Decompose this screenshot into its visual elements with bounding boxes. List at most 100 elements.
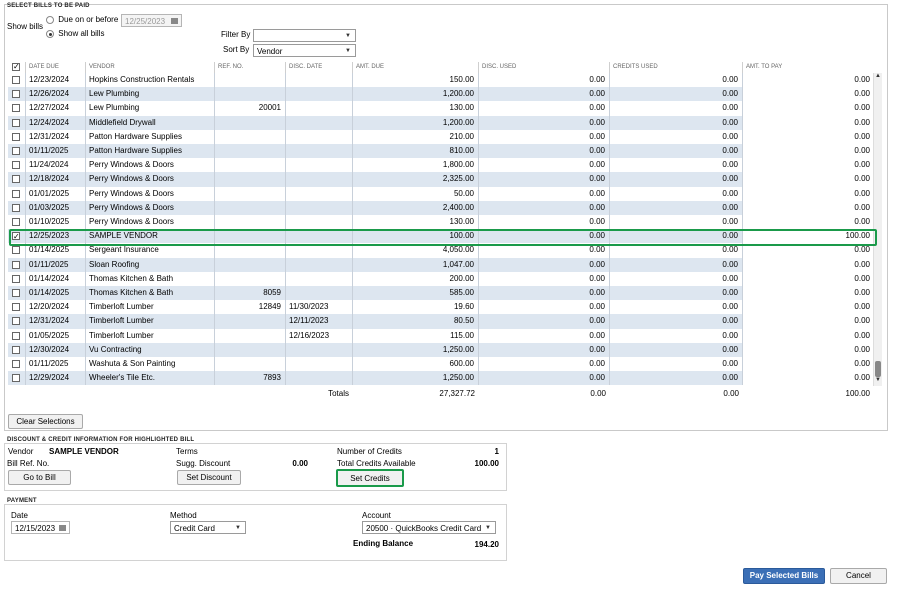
set-credits-button[interactable]: Set Credits (336, 469, 404, 487)
cell-select[interactable] (8, 186, 26, 201)
cell-select[interactable] (8, 271, 26, 286)
row-checkbox[interactable] (12, 90, 20, 99)
cell-select[interactable] (8, 300, 26, 315)
cell-select[interactable] (8, 73, 26, 88)
table-row[interactable]: 12/27/2024 Lew Plumbing 20001 130.00 0.00 0.0… (8, 101, 874, 116)
cell-select[interactable] (8, 314, 26, 329)
cell-select[interactable] (8, 328, 26, 343)
cell-amt-to-pay[interactable]: 0.00 (743, 158, 874, 173)
row-checkbox[interactable] (12, 274, 20, 283)
column-header-date-due[interactable]: DATE DUE (26, 62, 86, 73)
table-row[interactable]: 12/30/2024 Vu Contracting 1,250.00 0.00 0.00… (8, 342, 874, 357)
cell-select[interactable] (8, 129, 26, 144)
table-row[interactable]: 12/18/2024 Perry Windows & Doors 2,325.00 0… (8, 172, 874, 187)
cell-amt-to-pay[interactable]: 0.00 (743, 172, 874, 187)
row-checkbox[interactable] (12, 260, 20, 269)
cell-select[interactable] (8, 158, 26, 173)
cancel-button[interactable]: Cancel (830, 568, 887, 584)
radio-show-all-bills[interactable]: Show all bills (46, 29, 104, 38)
table-row[interactable]: 12/26/2024 Lew Plumbing 1,200.00 0.00 0.00 0.… (8, 87, 874, 102)
table-row[interactable]: 12/31/2024 Timberloft Lumber 12/11/2023 80.… (8, 314, 874, 329)
table-row[interactable]: 12/24/2024 Middlefield Drywall 1,200.00 0.0… (8, 115, 874, 130)
scroll-down-icon[interactable]: ▼ (875, 377, 881, 383)
cell-select[interactable] (8, 115, 26, 130)
cell-select[interactable] (8, 357, 26, 372)
table-row[interactable]: 01/11/2025 Sloan Roofing 1,047.00 0.00 0.00 0… (8, 257, 874, 272)
row-checkbox[interactable] (12, 161, 20, 170)
row-checkbox[interactable] (12, 218, 20, 226)
cell-amt-to-pay[interactable]: 0.00 (743, 115, 874, 130)
cell-select[interactable] (8, 342, 26, 357)
cell-amt-to-pay[interactable]: 0.00 (743, 371, 874, 386)
cell-amt-to-pay[interactable]: 0.00 (743, 101, 874, 116)
row-checkbox[interactable] (12, 331, 20, 340)
column-header-disc-date[interactable]: DISC. DATE (286, 62, 353, 73)
cell-amt-to-pay[interactable]: 0.00 (743, 257, 874, 272)
column-header-ref-no[interactable]: REF. NO. (215, 62, 286, 73)
calendar-icon[interactable] (171, 18, 178, 24)
cell-amt-to-pay[interactable]: 0.00 (743, 300, 874, 315)
cell-select[interactable] (8, 371, 26, 386)
scroll-up-icon[interactable]: ▲ (875, 73, 881, 79)
header-select-all[interactable] (8, 62, 26, 73)
cell-amt-to-pay[interactable]: 0.00 (743, 314, 874, 329)
cell-amt-to-pay[interactable]: 0.00 (743, 342, 874, 357)
table-row[interactable]: 12/29/2024 Wheeler's Tile Etc. 7893 1,250.0… (8, 371, 874, 386)
account-select[interactable]: 20500 · QuickBooks Credit Card ▼ (362, 521, 496, 534)
cell-amt-to-pay[interactable]: 0.00 (743, 357, 874, 372)
cell-amt-to-pay[interactable]: 0.00 (743, 328, 874, 343)
sort-by-select[interactable]: Vendor ▼ (253, 44, 356, 57)
row-checkbox[interactable] (12, 132, 20, 141)
due-date-field[interactable]: 12/25/2023 (121, 14, 182, 27)
cell-amt-to-pay[interactable]: 0.00 (743, 271, 874, 286)
cell-amt-to-pay[interactable]: 0.00 (743, 200, 874, 215)
table-row[interactable]: 01/11/2025 Washuta & Son Painting 600.00 0.… (8, 357, 874, 372)
pay-selected-bills-button[interactable]: Pay Selected Bills (743, 568, 825, 584)
cell-amt-to-pay[interactable]: 0.00 (743, 186, 874, 201)
row-checkbox[interactable] (12, 76, 20, 84)
row-checkbox[interactable] (12, 203, 20, 212)
row-checkbox[interactable] (12, 104, 20, 113)
row-checkbox[interactable] (12, 175, 20, 184)
cell-amt-to-pay[interactable]: 0.00 (743, 215, 874, 230)
table-row[interactable]: 11/24/2024 Perry Windows & Doors 1,800.00 0… (8, 158, 874, 173)
cell-select[interactable] (8, 200, 26, 215)
cell-select[interactable] (8, 87, 26, 102)
table-row[interactable]: 12/23/2024 Hopkins Construction Rentals 15… (8, 73, 874, 88)
cell-amt-to-pay[interactable]: 0.00 (743, 286, 874, 301)
row-checkbox[interactable] (12, 246, 20, 255)
cell-select[interactable] (8, 257, 26, 272)
select-all-checkbox[interactable] (12, 62, 20, 72)
cell-select[interactable] (8, 286, 26, 301)
row-checkbox[interactable] (12, 289, 20, 297)
method-select[interactable]: Credit Card ▼ (170, 521, 246, 534)
row-checkbox[interactable] (12, 118, 20, 127)
column-header-disc-used[interactable]: DISC. USED (479, 62, 610, 73)
row-checkbox[interactable] (12, 303, 20, 312)
row-checkbox[interactable] (12, 147, 20, 155)
filter-by-select[interactable]: ▼ (253, 29, 356, 42)
table-row[interactable]: 01/14/2025 Thomas Kitchen & Bath 8059 585.0… (8, 286, 874, 301)
table-row[interactable]: 01/03/2025 Perry Windows & Doors 2,400.00 0… (8, 200, 874, 215)
cell-amt-to-pay[interactable]: 0.00 (743, 73, 874, 88)
table-row[interactable]: 12/31/2024 Patton Hardware Supplies 210.00… (8, 129, 874, 144)
cell-select[interactable] (8, 144, 26, 159)
clear-selections-button[interactable]: Clear Selections (8, 414, 83, 429)
radio-due-on-or-before[interactable]: Due on or before (46, 15, 118, 24)
column-header-amt-due[interactable]: AMT. DUE (353, 62, 479, 73)
cell-select[interactable] (8, 215, 26, 230)
column-header-credits-used[interactable]: CREDITS USED (610, 62, 743, 73)
go-to-bill-button[interactable]: Go to Bill (8, 470, 71, 485)
cell-amt-to-pay[interactable]: 0.00 (743, 144, 874, 159)
set-discount-button[interactable]: Set Discount (177, 470, 241, 485)
scroll-thumb[interactable] (875, 361, 881, 377)
row-checkbox[interactable] (12, 360, 20, 368)
cell-amt-to-pay[interactable]: 0.00 (743, 129, 874, 144)
row-checkbox[interactable] (12, 374, 20, 383)
table-row[interactable]: 01/11/2025 Patton Hardware Supplies 810.00… (8, 144, 874, 159)
row-checkbox[interactable] (12, 189, 20, 198)
payment-date-field[interactable]: 12/15/2023 (11, 521, 70, 534)
column-header-vendor[interactable]: VENDOR (86, 62, 215, 73)
row-checkbox[interactable] (12, 345, 20, 354)
table-row[interactable]: 01/05/2025 Timberloft Lumber 12/16/2023 115… (8, 328, 874, 343)
